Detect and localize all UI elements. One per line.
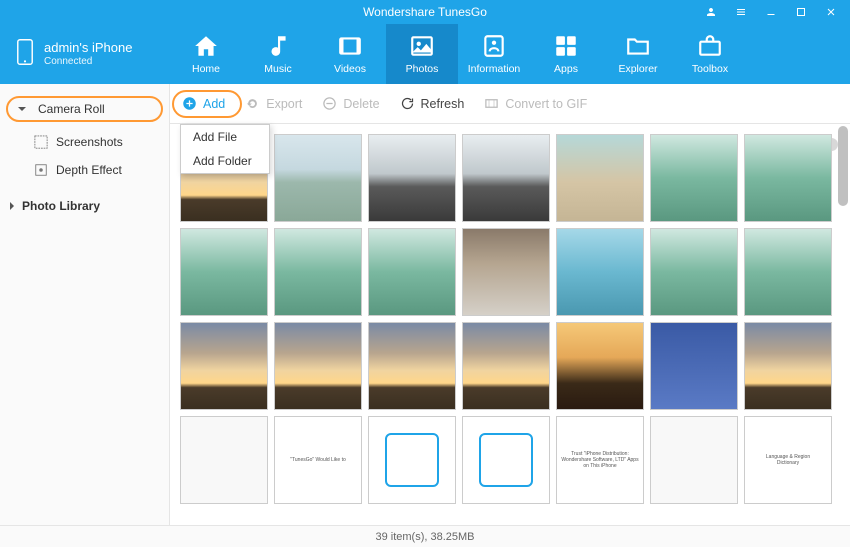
nav-label: Videos — [334, 63, 366, 75]
photo-thumb[interactable] — [650, 134, 738, 222]
nav-label: Photos — [406, 63, 439, 75]
sidebar-item-depth-effect[interactable]: Depth Effect — [0, 156, 169, 184]
nav-toolbox[interactable]: Toolbox — [674, 24, 746, 84]
nav-photos[interactable]: Photos — [386, 24, 458, 84]
maximize-button[interactable] — [786, 0, 816, 24]
convert-gif-button[interactable]: Convert to GIF — [484, 96, 587, 111]
nav-label: Apps — [554, 63, 578, 75]
nav-explorer[interactable]: Explorer — [602, 24, 674, 84]
nav-videos[interactable]: Videos — [314, 24, 386, 84]
settings-icon[interactable] — [726, 0, 756, 24]
depth-icon — [34, 163, 48, 177]
tool-label: Add — [203, 97, 225, 111]
sidebar-label: Depth Effect — [56, 163, 122, 177]
title-bar: Wondershare TunesGo — [0, 0, 850, 24]
chevron-down-icon — [18, 107, 26, 111]
photo-thumb[interactable] — [274, 322, 362, 410]
window-controls — [696, 0, 846, 24]
photo-thumb[interactable] — [744, 134, 832, 222]
photo-thumb[interactable]: "TunesGo" Would Like to — [274, 416, 362, 504]
photo-thumb[interactable] — [462, 134, 550, 222]
photo-thumb[interactable] — [744, 322, 832, 410]
header: admin's iPhone Connected Home Music Vide… — [0, 24, 850, 84]
photo-thumb[interactable]: Language & RegionDictionary — [744, 416, 832, 504]
delete-icon — [322, 96, 337, 111]
chevron-right-icon — [10, 202, 14, 210]
main: Camera Roll Screenshots Depth Effect Pho… — [0, 84, 850, 525]
photo-thumb[interactable] — [180, 228, 268, 316]
screenshots-icon — [34, 135, 48, 149]
photo-thumb[interactable] — [274, 134, 362, 222]
photo-thumb[interactable] — [556, 322, 644, 410]
minimize-button[interactable] — [756, 0, 786, 24]
app-title: Wondershare TunesGo — [363, 5, 487, 19]
nav-label: Music — [264, 63, 291, 75]
photo-thumb[interactable] — [368, 416, 456, 504]
photo-thumb[interactable] — [556, 134, 644, 222]
photo-grid: "TunesGo" Would Like to Trust "iPhone Di… — [180, 134, 848, 504]
photo-thumb[interactable] — [462, 416, 550, 504]
tool-label: Refresh — [421, 97, 465, 111]
plus-circle-icon — [182, 96, 197, 111]
status-text: 39 item(s), 38.25MB — [375, 531, 474, 543]
sidebar-label: Photo Library — [22, 199, 100, 213]
photo-grid-scroll[interactable]: 35 — [170, 124, 850, 525]
add-dropdown: Add File Add Folder — [180, 124, 270, 174]
tool-label: Export — [266, 97, 302, 111]
add-wrap: Add Add File Add Folder — [182, 96, 225, 111]
nav-label: Explorer — [618, 63, 657, 75]
delete-button[interactable]: Delete — [322, 96, 379, 111]
nav-label: Toolbox — [692, 63, 728, 75]
photo-thumb[interactable] — [650, 228, 738, 316]
photo-thumb[interactable] — [744, 228, 832, 316]
photo-thumb[interactable] — [368, 228, 456, 316]
photo-thumb[interactable] — [556, 228, 644, 316]
nav-music[interactable]: Music — [242, 24, 314, 84]
photo-thumb[interactable] — [180, 322, 268, 410]
export-button[interactable]: Export — [245, 96, 302, 111]
dropdown-add-file[interactable]: Add File — [181, 125, 269, 149]
photo-thumb[interactable] — [368, 322, 456, 410]
nav-label: Information — [468, 63, 521, 75]
photo-thumb[interactable] — [274, 228, 362, 316]
tool-label: Convert to GIF — [505, 97, 587, 111]
close-button[interactable] — [816, 0, 846, 24]
dropdown-add-folder[interactable]: Add Folder — [181, 149, 269, 173]
device-name: admin's iPhone — [44, 40, 132, 56]
photo-thumb[interactable]: Trust "iPhone Distribution: Wondershare … — [556, 416, 644, 504]
photo-thumb[interactable] — [462, 322, 550, 410]
device-text: admin's iPhone Connected — [44, 40, 132, 68]
gif-icon — [484, 96, 499, 111]
photo-thumb[interactable] — [462, 228, 550, 316]
tool-label: Delete — [343, 97, 379, 111]
toolbar: Add Add File Add Folder Export Delete Re… — [170, 84, 850, 124]
photo-thumb[interactable] — [650, 322, 738, 410]
scrollbar-thumb[interactable] — [838, 126, 848, 206]
export-icon — [245, 96, 260, 111]
device-status: Connected — [44, 56, 132, 68]
content: Add Add File Add Folder Export Delete Re… — [170, 84, 850, 525]
device-panel[interactable]: admin's iPhone Connected — [0, 24, 170, 84]
sidebar: Camera Roll Screenshots Depth Effect Pho… — [0, 84, 170, 525]
add-button[interactable]: Add — [182, 96, 225, 111]
nav-label: Home — [192, 63, 220, 75]
main-nav: Home Music Videos Photos Information App… — [170, 24, 850, 84]
user-icon[interactable] — [696, 0, 726, 24]
refresh-icon — [400, 96, 415, 111]
status-bar: 39 item(s), 38.25MB — [0, 525, 850, 547]
sidebar-item-camera-roll[interactable]: Camera Roll — [6, 96, 163, 122]
nav-information[interactable]: Information — [458, 24, 530, 84]
nav-apps[interactable]: Apps — [530, 24, 602, 84]
photo-thumb[interactable] — [650, 416, 738, 504]
sidebar-item-photo-library[interactable]: Photo Library — [0, 192, 169, 220]
nav-home[interactable]: Home — [170, 24, 242, 84]
sidebar-label: Screenshots — [56, 135, 123, 149]
photo-thumb[interactable] — [180, 416, 268, 504]
sidebar-item-screenshots[interactable]: Screenshots — [0, 128, 169, 156]
sidebar-label: Camera Roll — [38, 102, 105, 116]
phone-icon — [16, 39, 34, 70]
photo-thumb[interactable] — [368, 134, 456, 222]
refresh-button[interactable]: Refresh — [400, 96, 465, 111]
